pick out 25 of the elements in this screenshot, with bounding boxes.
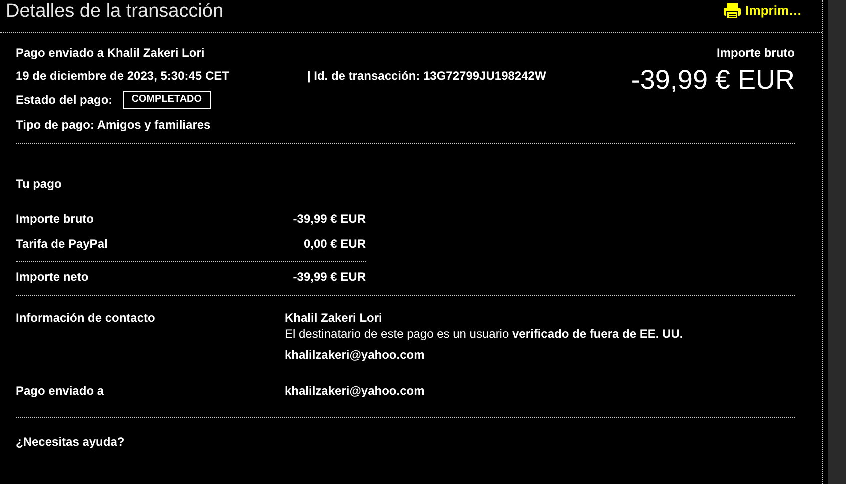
recipient-text: Pago enviado a Khalil Zakeri Lori [16, 45, 206, 61]
sent-to-label: Pago enviado a [16, 383, 106, 399]
transaction-id: | Id. de transacción: 13G72799JU198242W [307, 68, 546, 84]
print-link[interactable]: Imprim… [724, 1, 802, 20]
amount-label: Importe bruto [717, 45, 795, 61]
payment-type: Tipo de pago: Amigos y familiares [16, 117, 212, 133]
date-text: 19 de diciembre de 2023, 5:30:45 CET [16, 68, 230, 84]
row-label: Importe bruto [16, 211, 94, 227]
contact-email: khalilzakeri@yahoo.com [285, 347, 426, 363]
contact-label: Información de contacto [16, 310, 156, 327]
help-heading: ¿Necesitas ayuda? [16, 434, 126, 450]
status-label: Estado del pago: [16, 92, 113, 108]
row-label: Tarifa de PayPal [16, 236, 108, 252]
amount-total: -39,99 € EUR [631, 64, 795, 97]
verification-note: El destinatario de este pago es un usuario verificado de fuera de EE. UU. [285, 326, 684, 342]
row-value: -39,99 € EUR [293, 211, 366, 227]
row-label: Importe neto [16, 269, 89, 285]
printer-icon [724, 2, 741, 19]
sent-to-email: khalilzakeri@yahoo.com [285, 383, 425, 399]
page-title: Detalles de la transacción [5, 0, 224, 24]
status-badge: COMPLETADO [122, 91, 212, 109]
row-value: 0,00 € EUR [304, 236, 366, 252]
contact-name: Khalil Zakeri Lori [285, 310, 384, 326]
row-value: -39,99 € EUR [293, 269, 366, 285]
section-heading: Tu pago [16, 176, 63, 192]
